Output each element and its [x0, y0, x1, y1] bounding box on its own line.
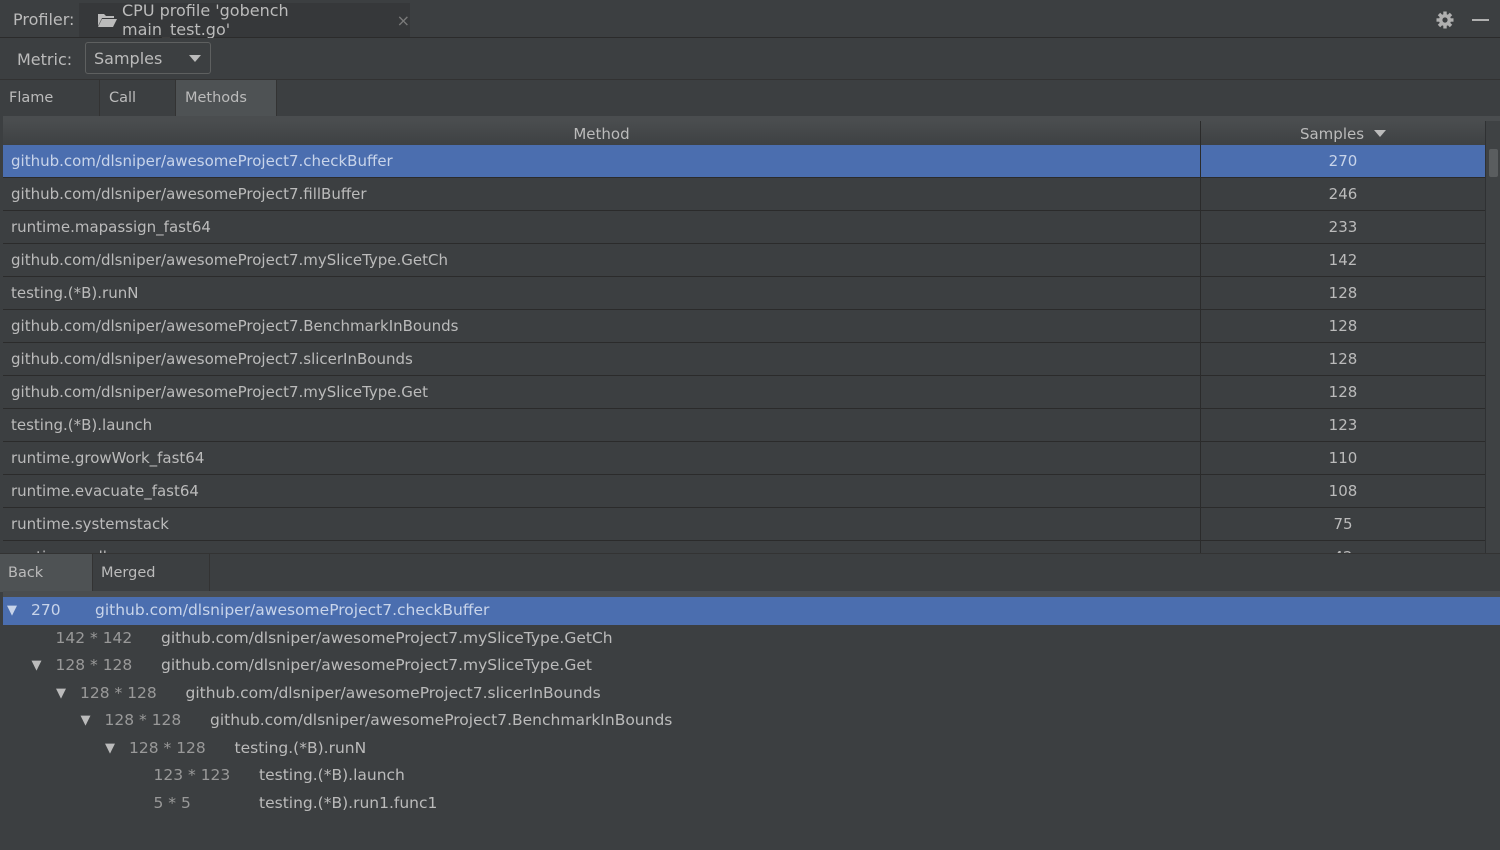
table-row[interactable]: testing.(*B).launch 123	[3, 409, 1485, 442]
tree-node[interactable]: ▼ 128 * 128 github.com/dlsniper/awesomePro…	[3, 652, 1500, 680]
expand-arrow-icon[interactable]: ▼	[32, 652, 42, 679]
method-name: github.com/dlsniper/awesomeProject7.slic…	[185, 683, 601, 702]
method-cell: github.com/dlsniper/awesomeProject7.Benc…	[11, 317, 459, 335]
tree-node[interactable]: ▼ 128 * 128 testing.(*B).runN	[3, 735, 1500, 763]
sample-count: 128 * 128	[55, 656, 133, 674]
minimize-icon[interactable]	[1472, 19, 1489, 21]
method-cell: github.com/dlsniper/awesomeProject7.chec…	[11, 152, 393, 170]
samples-cell: 75	[1333, 515, 1353, 533]
method-cell: runtime.systemstack	[11, 515, 169, 533]
samples-cell: 128	[1328, 284, 1358, 302]
tab-back-traces[interactable]: Back Traces	[0, 554, 93, 619]
tree-node[interactable]: 142 * 142 github.com/dlsniper/awesomeProj…	[3, 625, 1500, 653]
samples-cell: 123	[1328, 416, 1358, 434]
table-header: Method Samples	[3, 121, 1485, 146]
metric-label: Metric:	[17, 50, 73, 69]
column-header-samples[interactable]: Samples	[1201, 121, 1485, 145]
table-body: github.com/dlsniper/awesomeProject7.chec…	[3, 145, 1485, 558]
table-row[interactable]: runtime.systemstack 75	[3, 508, 1485, 541]
sample-count: 128 * 128	[80, 683, 157, 702]
sample-count: 5 * 5	[153, 793, 191, 812]
samples-cell: 246	[1328, 185, 1358, 203]
sample-count: 142 * 142	[55, 628, 133, 647]
method-cell: runtime.growWork_fast64	[11, 449, 205, 467]
chevron-down-icon	[189, 55, 201, 62]
tree-node[interactable]: ▼ 128 * 128 github.com/dlsniper/awesomePro…	[3, 680, 1500, 708]
sample-count: 128 * 128	[104, 711, 182, 729]
profile-tab[interactable]: CPU profile 'gobench main_test.go' ×	[79, 1, 410, 39]
tree-node[interactable]: ▼ 128 * 128 github.com/dlsniper/awesomePro…	[3, 707, 1500, 735]
column-header-method-label: Method	[573, 125, 630, 143]
method-name: github.com/dlsniper/awesomeProject7.Benc…	[210, 711, 673, 729]
samples-cell: 128	[1328, 317, 1358, 335]
table-row[interactable]: github.com/dlsniper/awesomeProject7.chec…	[3, 145, 1485, 178]
table-row[interactable]: runtime.growWork_fast64 110	[3, 442, 1485, 475]
sample-count: 270	[31, 601, 61, 619]
column-header-method[interactable]: Method	[3, 121, 1201, 145]
profile-tab-label: CPU profile 'gobench main_test.go'	[122, 1, 289, 39]
method-cell: testing.(*B).runN	[11, 284, 139, 302]
vertical-scrollbar[interactable]	[1485, 121, 1500, 558]
method-name: github.com/dlsniper/awesomeProject7.chec…	[95, 601, 490, 619]
expand-arrow-icon[interactable]: ▼	[81, 707, 91, 734]
tab-flame-chart[interactable]: Flame Chart	[0, 80, 100, 142]
table-row[interactable]: runtime.mapassign_fast64 233	[3, 211, 1485, 244]
tree-node[interactable]: 5 * 5 testing.(*B).run1.func1	[3, 790, 1500, 818]
method-name: github.com/dlsniper/awesomeProject7.mySl…	[161, 628, 613, 647]
profiler-label: Profiler:	[13, 10, 75, 29]
table-row[interactable]: github.com/dlsniper/awesomeProject7.Benc…	[3, 310, 1485, 343]
method-name: testing.(*B).launch	[259, 766, 405, 784]
method-cell: runtime.evacuate_fast64	[11, 482, 199, 500]
samples-cell: 142	[1328, 251, 1358, 269]
samples-cell: 128	[1328, 350, 1358, 368]
samples-cell: 110	[1328, 449, 1358, 467]
tab-call-tree[interactable]: Call Tree	[100, 80, 176, 142]
profiler-toolbar: Profiler: CPU profile 'gobench main_test…	[0, 0, 1500, 39]
methods-table: Method Samples github.com/dlsniper/aweso…	[3, 116, 1500, 558]
method-cell: github.com/dlsniper/awesomeProject7.mySl…	[11, 251, 449, 269]
method-name: testing.(*B).runN	[234, 738, 367, 757]
back-traces-tree: ▼ 270 github.com/dlsniper/awesomeProject7.…	[3, 591, 1500, 850]
expand-arrow-icon[interactable]: ▼	[105, 735, 115, 762]
method-cell: github.com/dlsniper/awesomeProject7.fill…	[11, 185, 367, 203]
close-tab-icon[interactable]: ×	[397, 11, 410, 30]
samples-cell: 233	[1328, 218, 1358, 236]
method-name: testing.(*B).run1.func1	[259, 793, 438, 812]
method-cell: runtime.mapassign_fast64	[11, 218, 211, 236]
view-tabs: Flame Chart Call Tree Methods List	[0, 80, 1500, 142]
samples-cell: 128	[1328, 383, 1358, 401]
table-row[interactable]: github.com/dlsniper/awesomeProject7.slic…	[3, 343, 1485, 376]
sample-count: 128 * 128	[129, 738, 206, 757]
method-cell: github.com/dlsniper/awesomeProject7.slic…	[11, 350, 413, 368]
table-row[interactable]: github.com/dlsniper/awesomeProject7.mySl…	[3, 244, 1485, 277]
table-row[interactable]: github.com/dlsniper/awesomeProject7.fill…	[3, 178, 1485, 211]
samples-cell: 270	[1328, 152, 1358, 170]
method-cell: testing.(*B).launch	[11, 416, 153, 434]
samples-cell: 108	[1328, 482, 1358, 500]
method-cell: github.com/dlsniper/awesomeProject7.mySl…	[11, 383, 429, 401]
table-row[interactable]: github.com/dlsniper/awesomeProject7.mySl…	[3, 376, 1485, 409]
method-name: github.com/dlsniper/awesomeProject7.mySl…	[161, 656, 592, 674]
scrollbar-thumb[interactable]	[1489, 149, 1498, 177]
detail-tabs: Back Traces Merged Callees	[0, 553, 1500, 619]
expand-arrow-icon[interactable]: ▼	[7, 597, 17, 624]
expand-arrow-icon[interactable]: ▼	[56, 680, 66, 707]
metric-row: Metric: Samples	[0, 38, 1500, 80]
folder-open-icon	[97, 12, 117, 28]
gear-icon[interactable]	[1435, 10, 1455, 30]
tree-node[interactable]: ▼ 270 github.com/dlsniper/awesomeProject7.…	[3, 597, 1500, 625]
table-row[interactable]: runtime.evacuate_fast64 108	[3, 475, 1485, 508]
tab-methods-list[interactable]: Methods List	[176, 80, 277, 142]
table-row[interactable]: testing.(*B).runN 128	[3, 277, 1485, 310]
sort-descending-icon	[1374, 130, 1387, 137]
sample-count: 123 * 123	[153, 766, 231, 784]
metric-selected-value: Samples	[94, 49, 163, 68]
tree-node[interactable]: 123 * 123 testing.(*B).launch	[3, 762, 1500, 790]
column-header-samples-label: Samples	[1299, 125, 1365, 143]
tab-merged-callees[interactable]: Merged Callees	[93, 554, 210, 619]
metric-dropdown[interactable]: Samples	[85, 42, 211, 74]
